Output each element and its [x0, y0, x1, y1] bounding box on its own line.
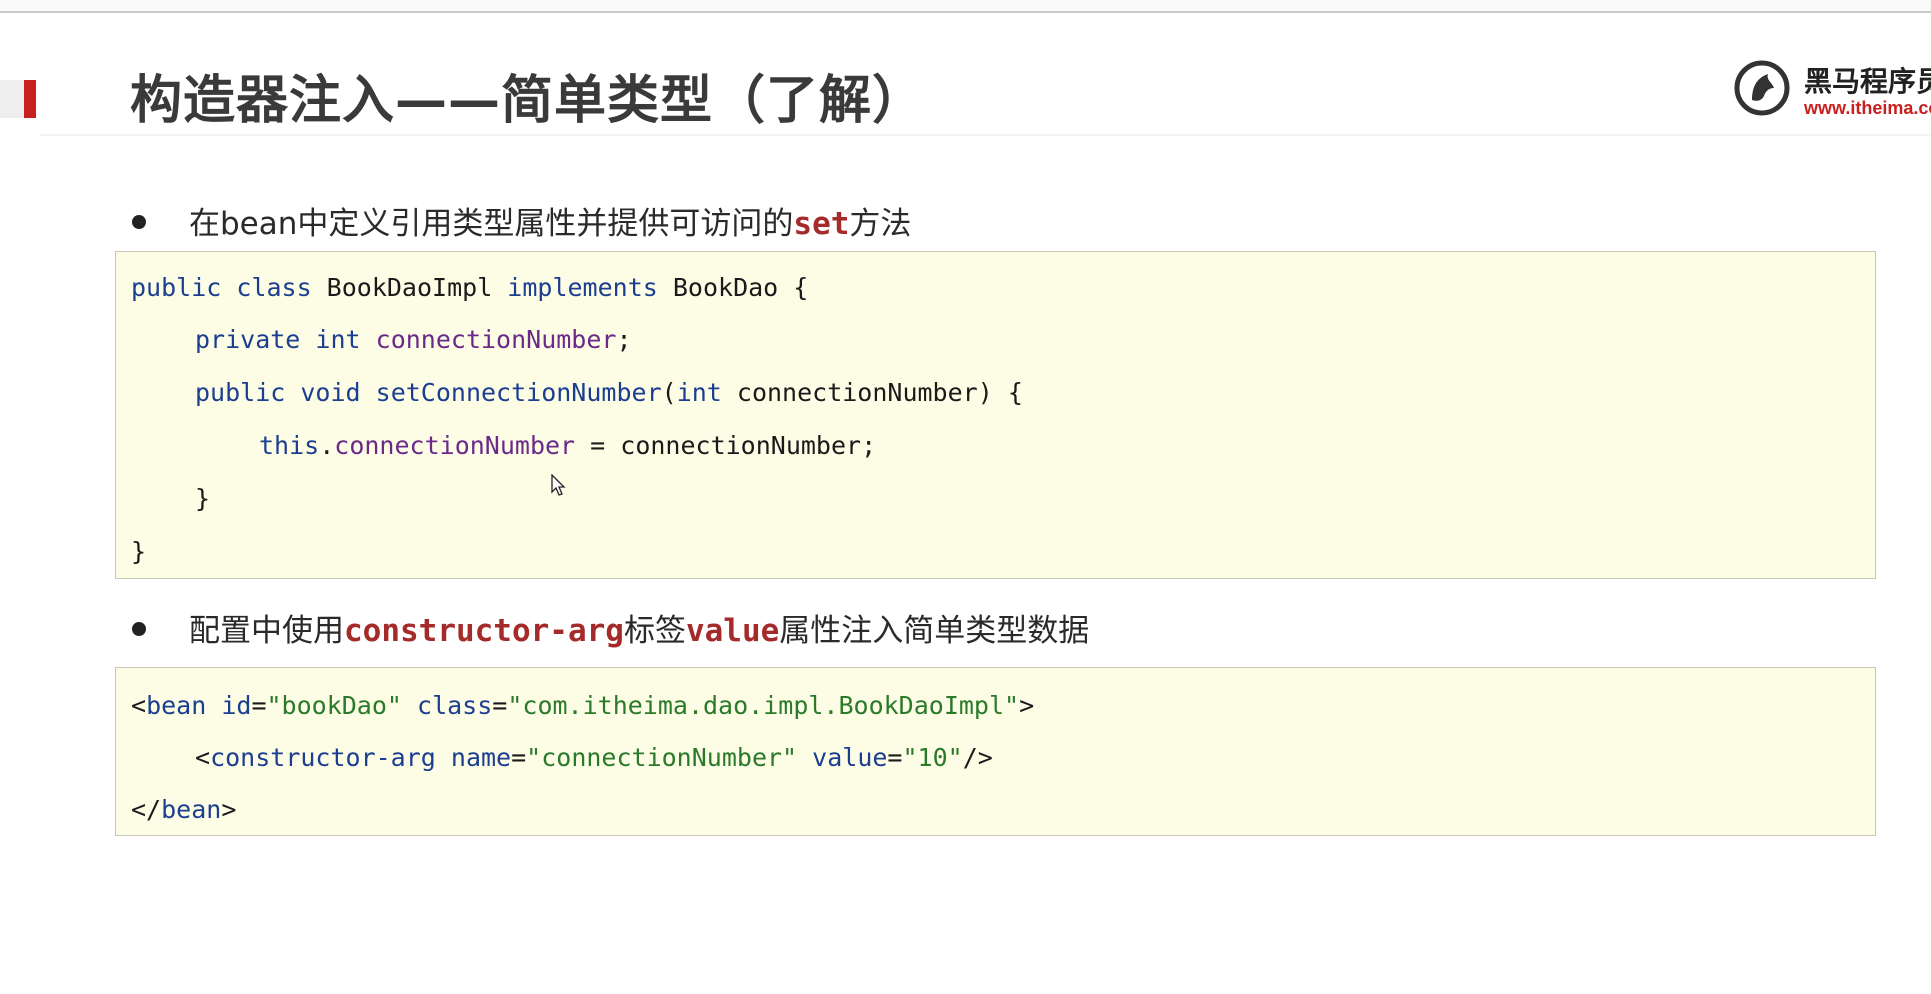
bullet-dot — [132, 622, 146, 636]
code-token: . — [319, 431, 335, 460]
code-token: connectionNumber) { — [721, 378, 1023, 407]
java-code-block: public class BookDaoImpl implements Book… — [115, 251, 1876, 579]
code-token: implements — [507, 273, 658, 302]
code-token: = — [887, 743, 903, 772]
accent-grey-block — [0, 80, 24, 118]
horse-logo-icon — [1734, 60, 1790, 116]
code-token: this — [259, 431, 320, 460]
code-token: constructor-arg — [210, 743, 436, 772]
mouse-pointer-icon — [551, 474, 566, 496]
bullet-text-suffix: 方法 — [849, 206, 912, 242]
bullet-text: 配置中使用constructor-arg标签value属性注入简单类型数据 — [189, 605, 1089, 650]
code-line-5: } — [195, 484, 211, 513]
accent-red-block — [24, 80, 36, 118]
code-token: BookDaoImpl — [311, 273, 508, 302]
bullet-text-prefix: 在bean中定义引用类型属性并提供可访问的 — [189, 206, 794, 242]
code-token: public void — [195, 378, 361, 407]
code-token: id — [206, 691, 252, 720]
bullet-keyword: constructor-arg — [344, 613, 624, 649]
code-line-2: private int connectionNumber; — [195, 325, 632, 354]
code-token: bean — [146, 691, 207, 720]
code-token: connectionNumber — [334, 431, 576, 460]
code-line-3: public void setConnectionNumber(int conn… — [195, 378, 1023, 407]
code-token: "10" — [902, 743, 963, 772]
title-divider — [40, 134, 1931, 136]
code-token: > — [221, 795, 237, 824]
bullet-text-prefix: 配置中使用 — [189, 613, 344, 649]
bullet-text: 在bean中定义引用类型属性并提供可访问的set方法 — [189, 198, 911, 243]
bullet-text-middle: 标签 — [623, 613, 686, 649]
code-line-4: this.connectionNumber = connectionNumber… — [259, 431, 876, 460]
code-token: "com.itheima.dao.impl.BookDaoImpl" — [507, 691, 1020, 720]
code-token: </ — [131, 795, 162, 824]
xml-line-2: <constructor-arg name="connectionNumber"… — [195, 743, 993, 772]
code-token: ( — [661, 378, 677, 407]
code-token: "connectionNumber" — [526, 743, 798, 772]
code-token: int — [676, 378, 722, 407]
code-token: public class — [131, 273, 312, 302]
bullet-text-suffix: 属性注入简单类型数据 — [779, 613, 1090, 649]
logo-name: 黑马程序员 — [1804, 65, 1931, 98]
code-token: connectionNumber — [375, 325, 617, 354]
code-token: setConnectionNumber — [375, 378, 662, 407]
code-line-6: } — [131, 537, 147, 566]
code-token: value — [797, 743, 888, 772]
code-token: > — [1019, 691, 1035, 720]
code-token: = — [511, 743, 527, 772]
code-token: BookDao { — [657, 273, 809, 302]
bullet-keyword: value — [685, 613, 780, 649]
code-token: bean — [161, 795, 222, 824]
code-token: < — [195, 743, 211, 772]
logo-url: www.itheima.com — [1804, 98, 1931, 118]
bullet-keyword: set — [793, 206, 850, 242]
xml-line-1: <bean id="bookDao" class="com.itheima.da… — [131, 691, 1034, 720]
bullet-dot — [132, 215, 146, 229]
code-token: name — [435, 743, 512, 772]
code-token: class — [401, 691, 493, 720]
code-token: = connectionNumber; — [575, 431, 877, 460]
code-token: ; — [616, 325, 632, 354]
code-token: /> — [962, 743, 993, 772]
code-token: "bookDao" — [266, 691, 402, 720]
brand-logo: 黑马程序员 www.itheima.com — [1734, 56, 1931, 124]
slide-title: 构造器注入——简单类型（了解） — [130, 71, 926, 131]
code-token: = — [492, 691, 508, 720]
code-token: < — [131, 691, 147, 720]
code-token: = — [251, 691, 267, 720]
window-top-bar — [0, 0, 1931, 13]
title-accent-mark — [0, 80, 38, 118]
code-line-1: public class BookDaoImpl implements Book… — [131, 273, 808, 302]
code-token: private int — [195, 325, 361, 354]
xml-code-block: <bean id="bookDao" class="com.itheima.da… — [115, 667, 1876, 836]
xml-line-3: </bean> — [131, 795, 236, 824]
